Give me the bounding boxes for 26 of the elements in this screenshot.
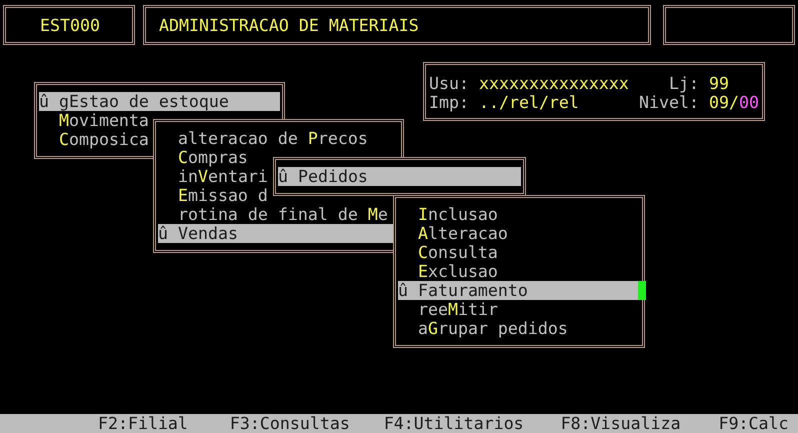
printer-value: ../rel/rel <box>479 93 579 112</box>
printer-label: Imp: <box>429 93 469 112</box>
function-key-hint[interactable]: F8:Visualiza <box>560 414 681 433</box>
menu-item[interactable]: û gEstao de estoque <box>39 92 280 111</box>
function-key-hint[interactable]: F9:Calc <box>718 414 789 433</box>
menu-item[interactable]: Alteracao <box>398 224 640 243</box>
menu-item[interactable]: alteracao de P recos <box>158 129 399 148</box>
menu-item[interactable]: Inclusao <box>398 205 640 224</box>
text-cursor <box>638 281 646 300</box>
level-label: Nivel: <box>639 93 699 112</box>
user-label: Usu: <box>429 74 469 93</box>
program-code: EST000 <box>40 16 100 34</box>
function-key-hint[interactable]: F4:Utilitarios <box>384 414 524 433</box>
menu-item[interactable]: reeMitir <box>398 300 640 319</box>
menu-item[interactable]: aG rupar pedidos <box>398 319 640 338</box>
level-value: 09/00 <box>709 93 759 112</box>
menu-item[interactable]: û Faturamento <box>398 281 640 300</box>
screen-title: ADMINISTRACAO DE MATERIAIS <box>159 16 419 34</box>
menu-item[interactable]: û Pedidos <box>278 167 521 186</box>
user-value: xxxxxxxxxxxxxxx <box>479 74 629 93</box>
function-key-hint[interactable]: F3:Consultas <box>230 414 350 433</box>
store-value: 99 <box>709 74 729 93</box>
function-key-hint[interactable]: F2:Filial <box>98 414 188 433</box>
menu-item[interactable]: Exclusao <box>398 262 640 281</box>
store-label: Lj: <box>669 74 699 93</box>
menu-item[interactable]: Consulta <box>398 243 640 262</box>
